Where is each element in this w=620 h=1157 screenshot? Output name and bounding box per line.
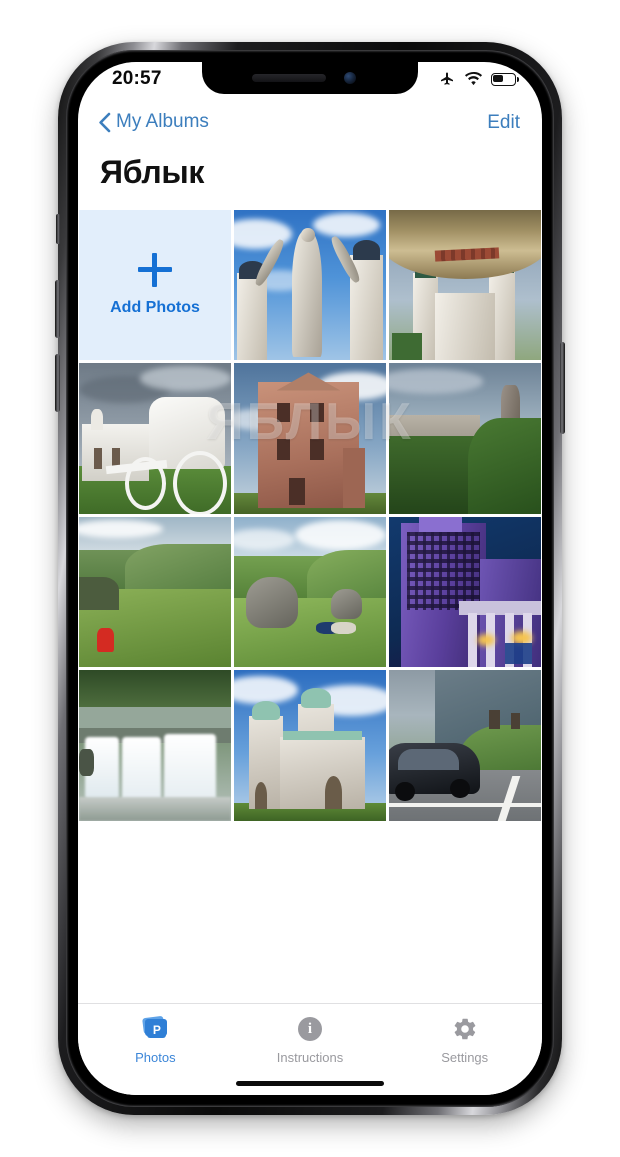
photo-4-art [234,363,386,514]
phone-frame: 20:57 My Albums Edit Яблык ЯБЛЫК Add Pho… [55,42,565,1115]
photo-2-art [389,210,541,361]
photo-3-art [79,363,231,514]
volume-up-button[interactable] [55,280,60,338]
mute-switch[interactable] [56,214,60,244]
photo-thumbnail[interactable] [79,670,231,821]
status-clock: 20:57 [112,68,162,89]
photo-1-art [234,210,386,361]
tab-instructions-label: Instructions [276,1050,344,1065]
tab-photos-label: Photos [135,1050,176,1065]
status-icons [438,71,519,87]
info-circle-icon: i [295,1016,325,1044]
photos-stack-icon: P [140,1015,170,1044]
photo-5-art [389,363,541,514]
add-photos-label: Add Photos [110,299,200,317]
tab-settings-label: Settings [441,1050,489,1065]
tab-settings[interactable]: Settings [387,1016,542,1065]
navigation-bar: My Albums Edit [78,102,542,150]
home-indicator[interactable] [236,1081,384,1086]
chevron-left-icon [99,112,111,132]
photo-8-art [389,516,541,668]
gear-icon [450,1016,480,1044]
earpiece-speaker [252,74,326,82]
photo-7-art [234,516,386,668]
battery-icon [491,72,519,86]
wifi-icon [464,71,483,85]
photo-thumbnail[interactable] [389,210,541,361]
page-title: Яблык [100,154,205,190]
photo-thumbnail[interactable] [79,516,231,668]
photo-10-art [234,670,386,821]
airplane-mode-icon [441,72,453,85]
tab-instructions[interactable]: i Instructions [233,1016,388,1065]
photo-thumbnail[interactable] [389,363,541,514]
photo-thumbnail[interactable] [234,363,386,514]
photo-11-art [389,670,541,821]
volume-down-button[interactable] [55,354,60,412]
back-button-label: My Albums [116,111,209,132]
photo-grid: Add Photos [78,210,542,821]
photo-6-art [79,516,231,668]
edit-button[interactable]: Edit [487,112,520,134]
tab-photos[interactable]: P Photos [78,1015,233,1065]
screenshot-stage: 20:57 My Albums Edit Яблык ЯБЛЫК Add Pho… [0,0,620,1157]
back-to-my-albums-button[interactable]: My Albums [98,111,209,133]
notch [202,62,418,94]
plus-icon [138,253,172,288]
photo-9-art [79,670,231,821]
power-button[interactable] [560,342,565,434]
photo-thumbnail[interactable] [234,516,386,668]
battery-fill [493,74,503,83]
photo-thumbnail[interactable] [234,210,386,361]
photo-thumbnail[interactable] [389,670,541,821]
photo-thumbnail[interactable] [79,363,231,514]
photo-thumbnail[interactable] [234,670,386,821]
phone-screen: 20:57 My Albums Edit Яблык ЯБЛЫК Add Pho… [78,62,542,1095]
phone-bezel: 20:57 My Albums Edit Яблык ЯБЛЫК Add Pho… [66,50,554,1107]
photo-thumbnail[interactable] [389,516,541,668]
add-photos-cell[interactable]: Add Photos [79,210,231,361]
front-camera [344,72,356,84]
